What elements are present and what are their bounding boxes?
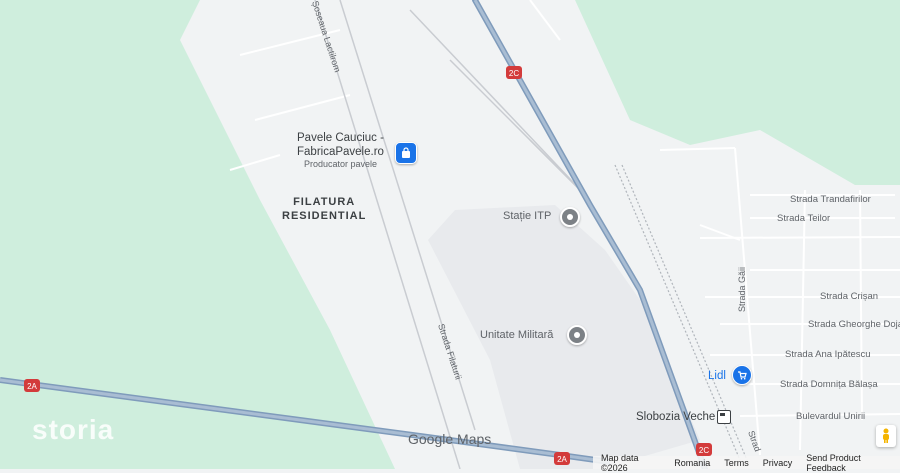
route-shield-2c-bottom-label: 2C: [699, 446, 709, 455]
map-footer: Map data ©2026 Romania Terms Privacy Sen…: [593, 453, 900, 473]
area-label-filatura-residential: FILATURA RESIDENTIAL: [282, 195, 366, 223]
poi-label-slobozia-veche[interactable]: Slobozia Veche: [636, 411, 715, 423]
train-station-icon[interactable]: [717, 410, 731, 424]
street-label-bulevardul-unirii: Bulevardul Unirii: [796, 411, 866, 422]
footer-terms-link[interactable]: Terms: [724, 458, 749, 468]
route-shield-2c-bottom: 2C: [696, 443, 712, 456]
route-shield-2a-bottom: 2A: [554, 452, 570, 465]
shopping-bag-icon[interactable]: [395, 142, 417, 164]
footer-region[interactable]: Romania: [674, 458, 710, 468]
route-shield-2c-top-label: 2C: [509, 69, 519, 78]
poi-label-pavele[interactable]: Pavele Cauciuc - FabricaPavele.ro Produc…: [297, 131, 384, 170]
street-label-strada-gaii: Strada Găii: [737, 267, 747, 312]
pegman-icon[interactable]: [876, 425, 896, 447]
route-shield-2a-left-label: 2A: [27, 382, 37, 391]
footer-map-data: Map data ©2026: [601, 452, 639, 473]
google-maps-logo: Google Maps: [408, 431, 492, 447]
street-label-ana-ipatescu: Strada Ana Ipătescu: [785, 349, 871, 360]
footer-privacy-link[interactable]: Privacy: [763, 458, 793, 468]
street-label-teilor: Strada Teilor: [777, 213, 831, 224]
area-label-line2: RESIDENTIAL: [282, 210, 367, 222]
route-shield-2a-left: 2A: [24, 379, 40, 392]
poi-label-lidl[interactable]: Lidl: [708, 370, 726, 382]
route-shield-2c-top: 2C: [506, 66, 522, 79]
area-label-line1: FILATURA: [293, 196, 356, 208]
poi-pavele-sub: Producator pavele: [303, 159, 377, 169]
shopping-cart-icon[interactable]: [732, 365, 752, 385]
location-pin-icon[interactable]: [567, 325, 587, 345]
street-label-gheorghe-doja: Strada Gheorghe Doja: [808, 319, 900, 330]
poi-label-statie-itp[interactable]: Stație ITP: [503, 210, 551, 222]
storia-watermark: storia: [32, 414, 115, 445]
street-label-crisan: Strada Crișan: [820, 291, 879, 302]
poi-label-unitate-militara[interactable]: Unitate Militară: [480, 329, 553, 341]
map-canvas[interactable]: 2C 2A 2A 2C Șoseaua Lactilrom Strada Fil…: [0, 0, 900, 469]
location-pin-icon[interactable]: [560, 207, 580, 227]
poi-pavele-line1: Pavele Cauciuc -: [297, 132, 384, 144]
footer-feedback-link[interactable]: Send Product Feedback: [806, 453, 892, 473]
route-shield-2a-bottom-label: 2A: [557, 455, 567, 464]
poi-pavele-line2: FabricaPavele.ro: [297, 146, 384, 158]
street-label-trandafirilor: Strada Trandafirilor: [790, 194, 871, 205]
street-label-domnita-balasa: Strada Domnița Bălașa: [780, 379, 878, 390]
